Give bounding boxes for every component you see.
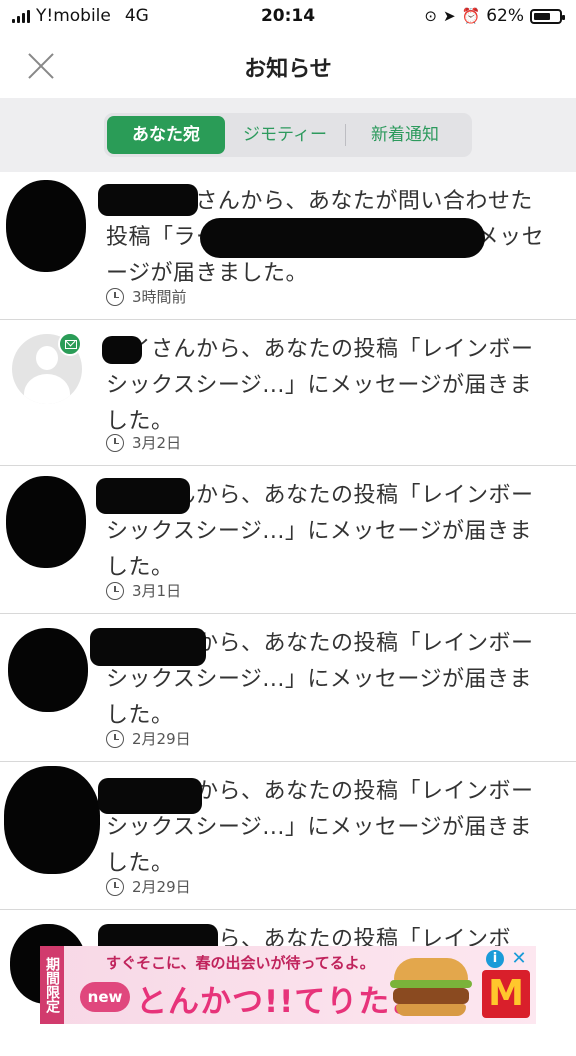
redaction [200,218,485,258]
tab-bar: あなた宛 ジモティー 新着通知 [0,98,576,172]
ad-new-badge: new [80,982,130,1012]
redaction [102,336,142,364]
ad-choices: i ✕ [486,950,528,968]
clock-icon [106,433,124,452]
clock-icon [106,729,124,748]
redaction [98,184,198,216]
time-label: 3月2日 [132,434,182,452]
avatar [4,766,100,874]
tab-for-you[interactable]: あなた宛 [107,116,225,154]
ad-close-icon[interactable]: ✕ [510,950,528,968]
ad-banner[interactable]: 期間限定 すぐそこに、春の出会いが待ってるよ。 new とんかつ!!てりたま M… [40,946,536,1024]
orientation-lock-icon: ⊙ [424,7,437,25]
alarm-icon: ⏰ [461,7,481,25]
clock-icon [106,581,124,600]
notification-item[interactable]: ひろさんから、あなたの投稿「レインボーシックスシージ...」にメッセージが届きま… [0,466,576,614]
notification-item[interactable]: ひろさんから、あなたの投稿「レインボーシックスシージ...」にメッセージが届きま… [0,614,576,762]
notification-list: ダイズンさんから、あなたが問い合わせた投稿「ラーメン食べに行こうよ。」にメッセー… [0,172,576,1056]
ad-tagline: すぐそこに、春の出会いが待ってるよ。 [106,954,375,972]
notification-item[interactable]: セイさんから、あなたの投稿「レインボーシックスシージ...」にメッセージが届きま… [0,320,576,466]
ad-info-icon[interactable]: i [486,950,504,968]
ad-limited-tag: 期間限定 [40,946,64,1024]
battery-icon [530,8,565,24]
tab-new-notifications[interactable]: 新着通知 [346,116,464,154]
segmented-control: あなた宛 ジモティー 新着通知 [104,113,472,157]
avatar [6,476,86,568]
mail-icon [58,332,82,356]
notification-time: 3時間前 [106,286,187,307]
status-right: ⊙ ➤ ⏰ 62% [424,6,565,26]
clock-icon [106,877,124,896]
notification-time: 2月29日 [106,728,191,749]
battery-percent: 62% [486,6,524,26]
notification-message: セイさんから、あなたの投稿「レインボーシックスシージ...」にメッセージが届きま… [106,337,534,434]
nav-bar: お知らせ [0,34,576,98]
redaction [96,478,190,514]
notification-time: 3月1日 [106,580,181,601]
brand-logo: M [482,970,530,1018]
status-bar: Y!mobile 4G 20:14 ⊙ ➤ ⏰ 62% [0,0,576,34]
tab-jmty[interactable]: ジモティー [225,116,345,154]
page-title: お知らせ [244,57,332,82]
time-label: 2月29日 [132,878,191,896]
ad-headline: とんかつ!!てりたま [136,984,422,1020]
burger-image [390,952,472,1020]
brand-logo-mark: M [488,973,524,1014]
time-label: 3時間前 [132,288,187,306]
time-label: 3月1日 [132,582,182,600]
notification-time: 2月29日 [106,876,191,897]
location-icon: ➤ [442,7,456,25]
time-label: 2月29日 [132,730,191,748]
avatar [6,180,86,272]
notification-item[interactable]: ひろさんから、あなたの投稿「レインボーシックスシージ...」にメッセージが届きま… [0,762,576,910]
redaction [90,628,206,666]
redaction [98,778,202,814]
notification-item[interactable]: ダイズンさんから、あなたが問い合わせた投稿「ラーメン食べに行こうよ。」にメッセー… [0,172,576,320]
clock-icon [106,287,124,306]
notification-time: 3月2日 [106,432,181,453]
avatar [8,628,88,712]
